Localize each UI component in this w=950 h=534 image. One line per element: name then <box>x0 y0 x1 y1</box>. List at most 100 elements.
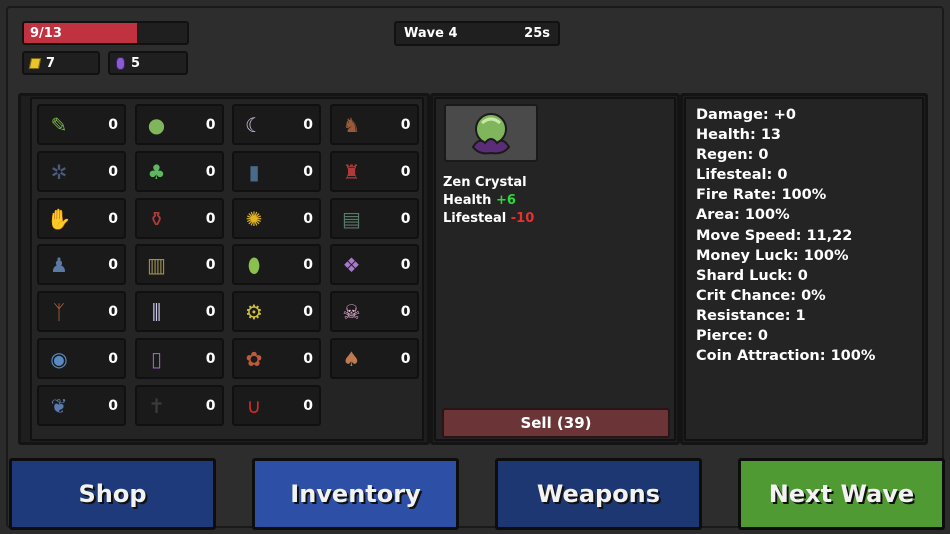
wave-label: Wave 4 <box>404 26 458 41</box>
purple-orbs-icon: ❖ <box>342 253 361 278</box>
syringe-icon: ✎ <box>50 113 68 137</box>
stat-line: Pierce: 0 <box>696 328 768 345</box>
health-text: 9/13 <box>30 26 62 41</box>
inventory-slot-count: 0 <box>303 257 313 274</box>
wings-icon: ❦ <box>50 393 68 418</box>
sock-icon: ▮ <box>248 159 260 184</box>
gold-orb-icon: ✺ <box>245 206 263 231</box>
red-seed-icon: ✿ <box>245 347 263 371</box>
inventory-slot[interactable]: ❖ 0 <box>329 244 419 286</box>
inventory-slot-count: 0 <box>205 351 216 367</box>
green-gem-icon: ⬮ <box>247 253 261 278</box>
inventory-slot-count: 0 <box>205 304 216 321</box>
inventory-slot[interactable]: ✲ 0 <box>37 150 126 192</box>
inventory-slot-count: 0 <box>303 351 313 367</box>
stats-list: Damage: +0 Health: 13 Regen: 0 Lifesteal: 0… <box>696 105 875 366</box>
inventory-slot-count: 0 <box>303 117 313 133</box>
selected-item-name: Zen Crystal <box>443 175 527 190</box>
inventory-slot[interactable]: ⚙ 0 <box>232 291 321 333</box>
shard-amount: 5 <box>131 55 141 71</box>
inventory-slot-count: 0 <box>400 163 411 180</box>
inventory-slot[interactable]: ♣ 0 <box>134 150 224 192</box>
inventory-slot-count: 0 <box>108 397 118 414</box>
inventory-slot[interactable]: ● 0 <box>134 104 224 145</box>
inventory-slot[interactable]: ✿ 0 <box>232 338 321 379</box>
skeleton-hand-icon: ✋ <box>46 206 72 231</box>
inventory-slot-count: 0 <box>303 304 313 321</box>
inventory-slot[interactable]: ▤ 0 <box>329 197 419 239</box>
web-icon: ✲ <box>50 159 68 184</box>
inventory-slot[interactable]: ✎ 0 <box>37 104 126 145</box>
inventory-slot-count: 0 <box>205 397 216 414</box>
golden-gear-icon: ⚙ <box>245 300 263 325</box>
inventory-slot[interactable]: ✺ 0 <box>232 197 321 239</box>
inventory-slot-count: 0 <box>108 257 118 274</box>
inventory-slot[interactable]: ▯ 0 <box>134 338 224 379</box>
clover-icon: ♣ <box>147 159 166 184</box>
inventory-slot[interactable]: ☠ 0 <box>329 291 419 333</box>
inventory-slot-count: 0 <box>303 163 313 180</box>
shop-button[interactable]: Shop <box>9 458 216 530</box>
inventory-slot-count: 0 <box>303 210 313 227</box>
stat-line: Fire Rate: 100% <box>696 187 827 204</box>
inventory-slot[interactable]: ♠ 0 <box>329 338 419 379</box>
crystals-icon: ⫼ <box>151 300 162 325</box>
inventory-slot-count: 0 <box>400 210 411 227</box>
inventory-slot-count: 0 <box>400 351 411 367</box>
inventory-slot[interactable]: ⚱ 0 <box>134 197 224 239</box>
inventory-slot[interactable]: ▥ 0 <box>134 244 224 286</box>
selected-item-preview <box>444 104 538 162</box>
inventory-slot[interactable]: ⬮ 0 <box>232 244 321 286</box>
inventory-button[interactable]: Inventory <box>252 458 459 530</box>
selected-item-health: Health +6 <box>443 192 534 210</box>
stat-line: Damage: +0 <box>696 107 797 123</box>
next-wave-button[interactable]: Next Wave <box>738 458 945 530</box>
gold-counter: 7 <box>22 51 100 75</box>
zen-crystal-icon <box>471 113 511 155</box>
stat-line: Resistance: 1 <box>696 307 806 324</box>
selected-item-lifesteal: Lifesteal -10 <box>443 210 534 228</box>
inventory-slot[interactable]: ♜ 0 <box>329 150 419 192</box>
blue-eye-icon: ◉ <box>50 347 68 371</box>
stat-line: Move Speed: 11,22 <box>696 227 853 244</box>
inventory-slot-count: 0 <box>303 397 313 414</box>
weapons-button[interactable]: Weapons <box>495 458 702 530</box>
shard-icon <box>116 56 125 70</box>
inventory-slot-count: 0 <box>205 210 216 227</box>
inventory-slot[interactable]: ☾ 0 <box>232 104 321 145</box>
boot-icon: ♞ <box>342 113 361 137</box>
wave-timer: 25s <box>524 26 550 41</box>
inventory-slot[interactable]: ✝ 0 <box>134 384 224 426</box>
stat-line: Money Luck: 100% <box>696 247 849 264</box>
sell-button[interactable]: Sell (39) <box>442 408 670 438</box>
inventory-slot[interactable]: ♞ 0 <box>329 104 419 145</box>
magnet-icon: ∪ <box>246 393 262 418</box>
inventory-slot[interactable]: ▮ 0 <box>232 150 321 192</box>
inventory-slot[interactable]: ◉ 0 <box>37 338 126 379</box>
inventory-slot-count: 0 <box>205 163 216 180</box>
inventory-slot[interactable]: ∪ 0 <box>232 384 321 426</box>
inventory-slot[interactable]: ♟ 0 <box>37 244 126 286</box>
scroll-icon: ▥ <box>147 253 166 278</box>
inventory-slot-count: 0 <box>108 304 118 321</box>
armor-icon: ♜ <box>342 159 361 184</box>
shard-counter: 5 <box>108 51 188 75</box>
mushroom-icon: ♠ <box>342 347 361 371</box>
inventory-slot[interactable]: ⫼ 0 <box>134 291 224 333</box>
inventory-slot[interactable]: ✋ 0 <box>37 197 126 239</box>
inventory-slot-count: 0 <box>108 351 118 367</box>
selected-item-info: Zen Crystal Health +6 Lifesteal -10 <box>443 174 534 228</box>
inventory-slot[interactable]: ❦ 0 <box>37 384 126 426</box>
inventory-slot-count: 0 <box>400 304 411 321</box>
potion-icon: ⚱ <box>148 206 165 231</box>
health-stat-label: Health <box>443 193 492 208</box>
lifesteal-stat-value: -10 <box>510 211 535 226</box>
inventory-slot-count: 0 <box>205 117 216 133</box>
inventory-slot-count: 0 <box>108 210 118 227</box>
vial-icon: ▯ <box>150 347 162 371</box>
dark-cross-icon: ✝ <box>148 393 165 418</box>
inventory-slot-count: 0 <box>400 257 411 274</box>
stat-line: Area: 100% <box>696 207 790 224</box>
inventory-slot[interactable]: ᛉ0 <box>37 291 126 333</box>
treasure-chest-icon: ▤ <box>342 206 361 231</box>
